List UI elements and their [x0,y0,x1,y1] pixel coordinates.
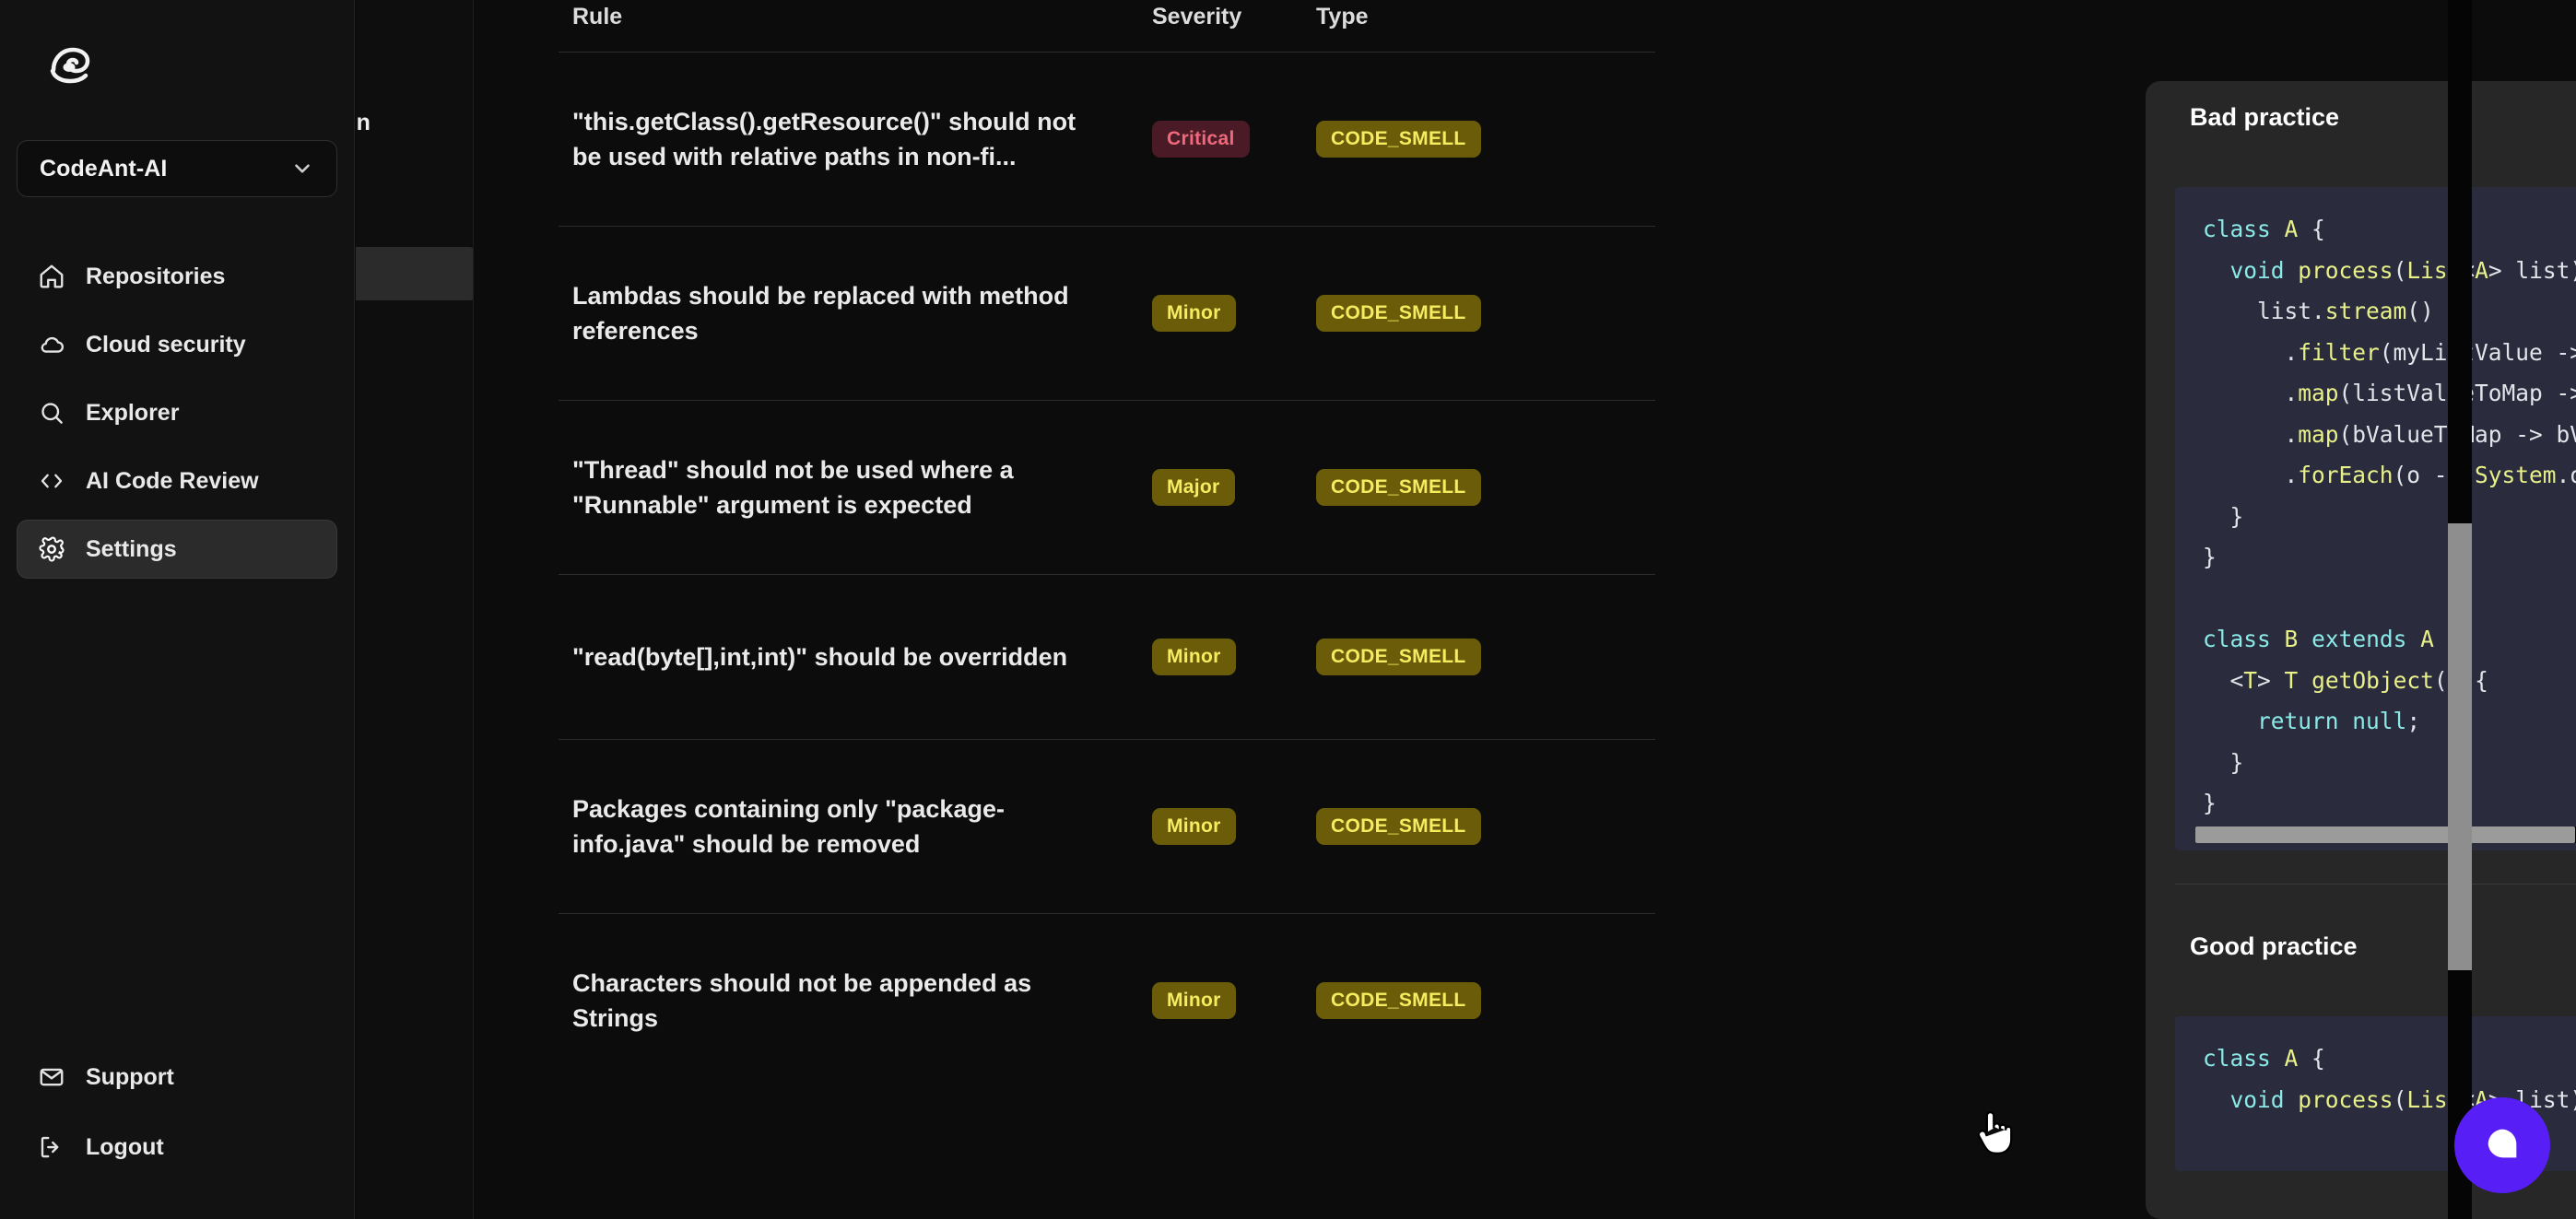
page-scrollbar-thumb[interactable] [2448,523,2472,970]
rule-name: Packages containing only "package-info.j… [572,794,1005,858]
page-vertical-scrollbar[interactable] [2448,0,2472,1219]
gear-icon [38,535,65,563]
sidebar-item-label: Repositories [86,263,226,289]
org-selector-label: CodeAnt-AI [40,155,168,182]
chat-widget-button[interactable] [2454,1097,2550,1193]
sidebar-item-settings[interactable]: Settings [17,520,337,579]
sidebar-nav: Repositories Cloud security Explorer AI … [17,247,337,588]
subnav-item-repos[interactable]: Repos [356,171,473,225]
column-header-type: Type [1316,4,1369,29]
sidebar-item-ai-code-review[interactable]: AI Code Review [17,451,337,510]
sidebar-item-explorer[interactable]: Explorer [17,383,337,442]
sidebar-item-logout[interactable]: Logout [17,1118,337,1177]
sidebar-item-label: Logout [86,1133,164,1160]
codeant-snail-logo-icon [41,33,100,92]
sidebar-item-label: Support [86,1063,174,1090]
sidebar-nav-bottom: Support Logout [17,1048,337,1188]
type-badge: CODE_SMELL [1316,982,1481,1019]
rules-table: Rule Severity Type "this.getClass().getR… [544,0,1664,1087]
sidebar-item-label: AI Code Review [86,467,259,494]
good-practice-heading: Good practice [2190,932,2358,960]
type-badge: CODE_SMELL [1316,639,1481,675]
main-content: Rule Severity Type "this.getClass().getR… [475,0,2576,1219]
subnav-item-label: Documentation [356,109,371,135]
table-header-row: Rule Severity Type [544,0,1664,52]
rule-name: "Thread" should not be used where a "Run… [572,455,1014,519]
rule-name: "read(byte[],int,int)" should be overrid… [572,642,1068,671]
table-row[interactable]: "read(byte[],int,int)" should be overrid… [544,575,1664,739]
mail-icon [38,1063,65,1091]
column-header-severity: Severity [1152,4,1242,29]
logout-icon [38,1133,65,1161]
sidebar-item-label: Explorer [86,399,180,426]
home-icon [38,263,65,290]
sidebar-item-label: Cloud security [86,331,246,357]
search-icon [38,399,65,427]
sidebar-item-label: Settings [86,535,177,562]
bad-practice-code-block[interactable]: class A { void process(List<A> list) { l… [2175,187,2576,850]
rule-detail-panel: Bad practice class A { void process(List… [2146,81,2576,1219]
severity-badge: Minor [1152,982,1236,1019]
severity-badge: Minor [1152,808,1236,845]
subnav-item-integration[interactable]: Integration [356,322,473,376]
type-badge: CODE_SMELL [1316,808,1481,845]
code-brackets-icon [38,467,65,495]
type-badge: CODE_SMELL [1316,469,1481,506]
subnav-item-plans[interactable]: Plans [356,20,473,74]
column-header-rule: Rule [572,4,623,29]
subnav-item-reporting[interactable]: Reporting [356,398,473,451]
app-root: CodeAnt-AI Repositories Cloud security E… [0,0,2576,1219]
sidebar-item-repositories[interactable]: Repositories [17,247,337,306]
severity-badge: Major [1152,469,1235,506]
bad-practice-heading: Bad practice [2190,103,2340,131]
table-row[interactable]: Packages containing only "package-info.j… [544,740,1664,913]
table-row[interactable]: Characters should not be appended as Str… [544,914,1664,1087]
type-badge: CODE_SMELL [1316,121,1481,158]
settings-subnav: Code security Plans Documentation Repos … [356,0,474,1219]
table-row[interactable]: "Thread" should not be used where a "Run… [544,401,1664,574]
sidebar-item-support[interactable]: Support [17,1048,337,1107]
sidebar-item-cloud-security[interactable]: Cloud security [17,315,337,374]
type-badge: CODE_SMELL [1316,295,1481,332]
severity-badge: Minor [1152,639,1236,675]
rule-name: Lambdas should be replaced with method r… [572,281,1069,345]
chevron-down-icon [290,157,314,181]
table-row[interactable]: Lambdas should be replaced with method r… [544,227,1664,400]
subnav-item-documentation[interactable]: Documentation [356,96,473,149]
code-scrollbar-thumb[interactable] [2195,826,2575,843]
severity-badge: Critical [1152,121,1250,158]
rule-name: Characters should not be appended as Str… [572,968,1032,1032]
subnav-item-usage-billing[interactable]: Usage billing [356,474,473,527]
org-selector[interactable]: CodeAnt-AI [17,140,337,197]
chat-bubble-icon [2481,1122,2523,1169]
cloud-icon [38,331,65,358]
code-horizontal-scrollbar[interactable] [2195,826,2576,843]
primary-sidebar: CodeAnt-AI Repositories Cloud security E… [0,0,355,1219]
bad-practice-code: class A { void process(List<A> list) { l… [2203,216,2576,816]
subnav-item-configuration[interactable]: Configuration [356,247,473,300]
rule-name: "this.getClass().getResource()" should n… [572,107,1076,170]
table-row[interactable]: "this.getClass().getResource()" should n… [544,53,1664,226]
severity-badge: Minor [1152,295,1236,332]
